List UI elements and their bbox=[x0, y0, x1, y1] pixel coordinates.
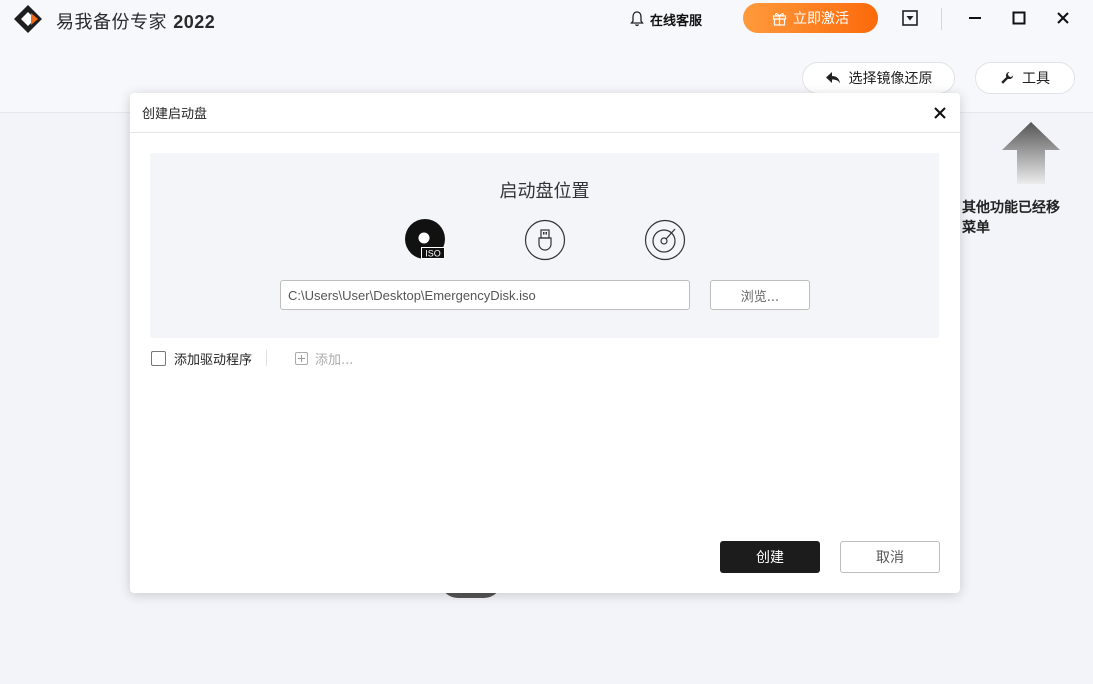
bell-icon bbox=[630, 11, 644, 27]
moved-features-hint: 其他功能已经移 菜单 bbox=[962, 200, 1060, 236]
up-arrow-icon bbox=[1002, 122, 1060, 184]
gift-icon bbox=[772, 12, 787, 26]
app-name: 易我备份专家 bbox=[56, 12, 167, 33]
app-logo-icon bbox=[14, 5, 42, 33]
usb-drive-icon[interactable] bbox=[524, 219, 566, 261]
add-driver-label[interactable]: 添加驱动程序 bbox=[174, 349, 252, 368]
add-driver-checkbox[interactable] bbox=[151, 350, 166, 366]
tools-button[interactable]: 工具 bbox=[975, 62, 1075, 94]
boot-disk-location-panel: 启动盘位置 ISO 浏览... bbox=[150, 153, 939, 338]
dialog-close-icon[interactable] bbox=[932, 105, 948, 121]
menu-dropdown-button[interactable] bbox=[897, 6, 923, 30]
select-image-restore-button[interactable]: 选择镜像还原 bbox=[802, 62, 955, 94]
browse-button[interactable]: 浏览... bbox=[710, 280, 810, 310]
reply-arrow-icon bbox=[825, 72, 840, 84]
activate-label: 立即激活 bbox=[793, 11, 849, 27]
cancel-button[interactable]: 取消 bbox=[840, 541, 940, 573]
dialog-header: 创建启动盘 bbox=[130, 93, 960, 133]
iso-path-input[interactable] bbox=[280, 280, 690, 310]
app-title: 易我备份专家 2022 bbox=[56, 8, 215, 34]
tools-label: 工具 bbox=[1022, 71, 1050, 87]
minimize-icon bbox=[969, 17, 981, 19]
dropdown-menu-icon bbox=[902, 10, 918, 26]
driver-row-divider bbox=[266, 350, 268, 366]
create-button[interactable]: 创建 bbox=[720, 541, 820, 573]
title-bar-divider bbox=[941, 8, 942, 30]
add-label: 添加... bbox=[315, 352, 354, 368]
cd-disc-icon[interactable] bbox=[644, 219, 686, 261]
restore-label: 选择镜像还原 bbox=[848, 71, 933, 87]
close-icon bbox=[1057, 12, 1069, 24]
support-label: 在线客服 bbox=[650, 13, 703, 29]
app-year: 2022 bbox=[173, 12, 216, 32]
dialog-title: 创建启动盘 bbox=[142, 107, 208, 122]
iso-label: ISO bbox=[425, 249, 441, 259]
maximize-icon bbox=[1012, 11, 1026, 25]
plus-icon bbox=[295, 351, 309, 365]
online-support-button[interactable]: 在线客服 bbox=[630, 9, 702, 29]
maximize-button[interactable] bbox=[1006, 6, 1032, 30]
add-driver-button[interactable]: 添加... bbox=[295, 349, 353, 368]
minimize-button[interactable] bbox=[962, 6, 988, 30]
close-window-button[interactable] bbox=[1050, 6, 1076, 30]
iso-disc-icon[interactable]: ISO bbox=[404, 219, 446, 261]
section-title: 启动盘位置 bbox=[499, 181, 590, 202]
create-boot-disk-dialog: 创建启动盘 启动盘位置 ISO 浏览.. bbox=[130, 93, 960, 593]
driver-row: 添加驱动程序 添加... bbox=[151, 348, 353, 368]
wrench-icon bbox=[1001, 71, 1014, 84]
activate-button[interactable]: 立即激活 bbox=[743, 3, 878, 33]
